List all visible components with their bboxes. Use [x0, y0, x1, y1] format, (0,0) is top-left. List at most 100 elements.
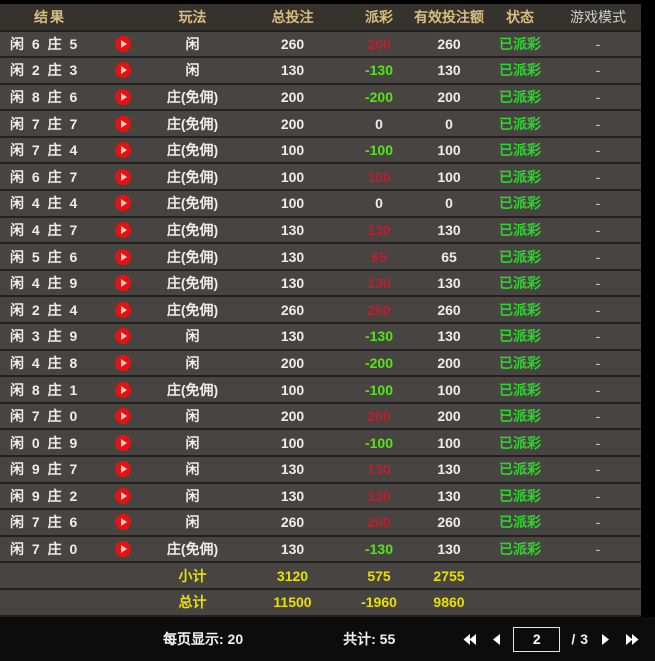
detail-cell — [100, 355, 145, 371]
game-mode-cell: - — [555, 435, 641, 451]
payout-cell: 65 — [345, 249, 413, 265]
valid-bet-cell: 100 — [413, 382, 485, 398]
total-bet-cell: 130 — [240, 488, 345, 504]
status-cell: 已派彩 — [485, 87, 555, 107]
status-cell: 已派彩 — [485, 220, 555, 240]
table-row: 闲 9 庄 2 闲 130 130 130 已派彩 - — [0, 484, 641, 511]
page-number-input[interactable] — [513, 627, 560, 652]
valid-bet-cell: 100 — [413, 142, 485, 158]
play-icon[interactable] — [115, 514, 131, 530]
valid-bet-cell: 130 — [413, 222, 485, 238]
play-icon[interactable] — [115, 355, 131, 371]
game-mode-cell: - — [555, 249, 641, 265]
play-icon[interactable] — [115, 249, 131, 265]
result-cell: 闲 8 庄 1 — [0, 380, 100, 400]
play-icon[interactable] — [115, 142, 131, 158]
table-row: 闲 7 庄 0 闲 200 200 200 已派彩 - — [0, 404, 641, 431]
grand-total-row: 总计 11500 -1960 9860 — [0, 590, 641, 617]
status-cell: 已派彩 — [485, 300, 555, 320]
total-bet-cell: 130 — [240, 222, 345, 238]
game-mode-cell: - — [555, 382, 641, 398]
play-type-cell: 庄(免佣) — [145, 167, 240, 187]
game-mode-cell: - — [555, 116, 641, 132]
result-cell: 闲 7 庄 6 — [0, 512, 100, 532]
play-icon[interactable] — [115, 169, 131, 185]
status-cell: 已派彩 — [485, 326, 555, 346]
table-row: 闲 0 庄 9 闲 100 -100 100 已派彩 - — [0, 430, 641, 457]
payout-cell: 0 — [345, 116, 413, 132]
status-cell: 已派彩 — [485, 433, 555, 453]
game-mode-cell: - — [555, 36, 641, 52]
valid-bet-cell: 130 — [413, 461, 485, 477]
prev-page-button[interactable] — [491, 633, 501, 646]
result-cell: 闲 8 庄 6 — [0, 87, 100, 107]
play-type-cell: 闲 — [145, 459, 240, 479]
pagination-bar: 每页显示: 20 共计: 55 / 3 — [0, 617, 655, 661]
last-page-button[interactable] — [625, 633, 640, 646]
valid-bet-cell: 130 — [413, 275, 485, 291]
grand-total-payout: -1960 — [345, 594, 413, 610]
game-mode-cell: - — [555, 541, 641, 557]
payout-cell: -100 — [345, 142, 413, 158]
play-type-cell: 闲 — [145, 326, 240, 346]
play-type-cell: 庄(免佣) — [145, 140, 240, 160]
play-icon[interactable] — [115, 541, 131, 557]
table-row: 闲 2 庄 3 闲 130 -130 130 已派彩 - — [0, 58, 641, 85]
payout-cell: -200 — [345, 89, 413, 105]
valid-bet-cell: 130 — [413, 488, 485, 504]
play-type-cell: 庄(免佣) — [145, 539, 240, 559]
payout-cell: 130 — [345, 222, 413, 238]
total-bet-cell: 100 — [240, 195, 345, 211]
play-icon[interactable] — [115, 116, 131, 132]
valid-bet-cell: 200 — [413, 408, 485, 424]
play-icon[interactable] — [115, 275, 131, 291]
play-type-cell: 庄(免佣) — [145, 273, 240, 293]
detail-cell — [100, 62, 145, 78]
detail-cell — [100, 435, 145, 451]
table-row: 闲 7 庄 0 庄(免佣) 130 -130 130 已派彩 - — [0, 537, 641, 564]
result-cell: 闲 9 庄 7 — [0, 459, 100, 479]
payout-cell: 130 — [345, 461, 413, 477]
play-type-cell: 闲 — [145, 406, 240, 426]
status-cell: 已派彩 — [485, 486, 555, 506]
result-cell: 闲 7 庄 4 — [0, 140, 100, 160]
per-page-label: 每页显示: 20 — [163, 629, 243, 649]
play-icon[interactable] — [115, 89, 131, 105]
game-mode-cell: - — [555, 275, 641, 291]
valid-bet-cell: 100 — [413, 435, 485, 451]
status-cell: 已派彩 — [485, 459, 555, 479]
detail-cell — [100, 488, 145, 504]
bet-history-panel: 结果 玩法 总投注 派彩 有效投注额 状态 游戏模式 闲 6 庄 5 闲 260… — [0, 0, 655, 661]
table-row: 闲 6 庄 5 闲 260 260 260 已派彩 - — [0, 32, 641, 59]
play-icon[interactable] — [115, 36, 131, 52]
result-cell: 闲 4 庄 9 — [0, 273, 100, 293]
payout-cell: -100 — [345, 435, 413, 451]
table-row: 闲 7 庄 7 庄(免佣) 200 0 0 已派彩 - — [0, 111, 641, 138]
next-page-button[interactable] — [601, 633, 611, 646]
play-icon[interactable] — [115, 222, 131, 238]
total-bet-cell: 130 — [240, 275, 345, 291]
first-page-button[interactable] — [462, 633, 477, 646]
detail-cell — [100, 222, 145, 238]
play-icon[interactable] — [115, 408, 131, 424]
game-mode-cell: - — [555, 195, 641, 211]
col-header-game-mode: 游戏模式 — [555, 7, 641, 27]
game-mode-cell: - — [555, 355, 641, 371]
play-icon[interactable] — [115, 461, 131, 477]
play-icon[interactable] — [115, 328, 131, 344]
play-type-cell: 庄(免佣) — [145, 87, 240, 107]
play-icon[interactable] — [115, 302, 131, 318]
payout-cell: 260 — [345, 302, 413, 318]
detail-cell — [100, 514, 145, 530]
status-cell: 已派彩 — [485, 380, 555, 400]
game-mode-cell: - — [555, 89, 641, 105]
valid-bet-cell: 260 — [413, 514, 485, 530]
play-icon[interactable] — [115, 195, 131, 211]
play-icon[interactable] — [115, 382, 131, 398]
play-icon[interactable] — [115, 435, 131, 451]
play-icon[interactable] — [115, 62, 131, 78]
table-row: 闲 4 庄 9 庄(免佣) 130 130 130 已派彩 - — [0, 271, 641, 298]
result-cell: 闲 2 庄 4 — [0, 300, 100, 320]
first-page-icon — [462, 633, 477, 646]
play-icon[interactable] — [115, 488, 131, 504]
